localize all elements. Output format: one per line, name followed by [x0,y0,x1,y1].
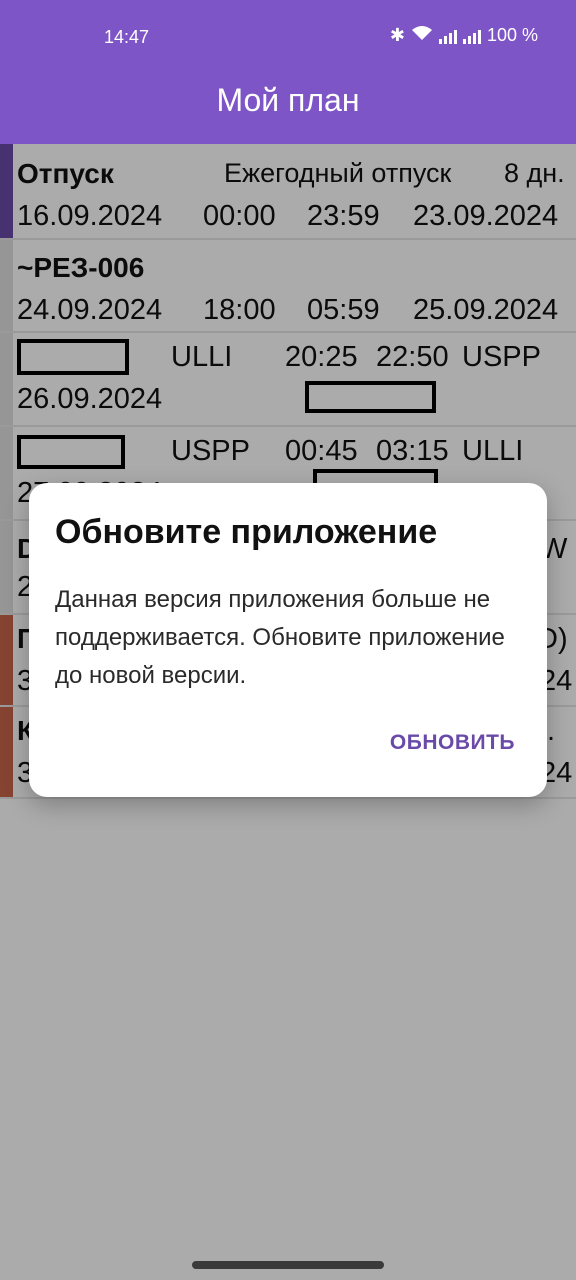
battery-level: 100 % [486,25,538,45]
dialog-title: Обновите приложение [55,513,438,551]
status-icons: ✱ 100 % [390,25,538,46]
update-dialog: Обновите приложение Данная версия прилож… [29,483,547,797]
status-time: 14:47 [104,27,150,47]
update-button[interactable]: ОБНОВИТЬ [390,731,515,755]
bluetooth-icon: ✱ [389,25,405,45]
app-bar: Мой план [0,72,576,144]
signal-icon [438,28,457,44]
gesture-nav-bar[interactable] [192,1261,384,1269]
dialog-message: Данная версия приложения больше не подде… [55,586,505,689]
page-title: Мой план [216,82,360,118]
signal-icon [462,28,481,44]
wifi-icon [411,25,433,46]
status-bar: 14:47 ✱ 100 % [0,0,576,72]
